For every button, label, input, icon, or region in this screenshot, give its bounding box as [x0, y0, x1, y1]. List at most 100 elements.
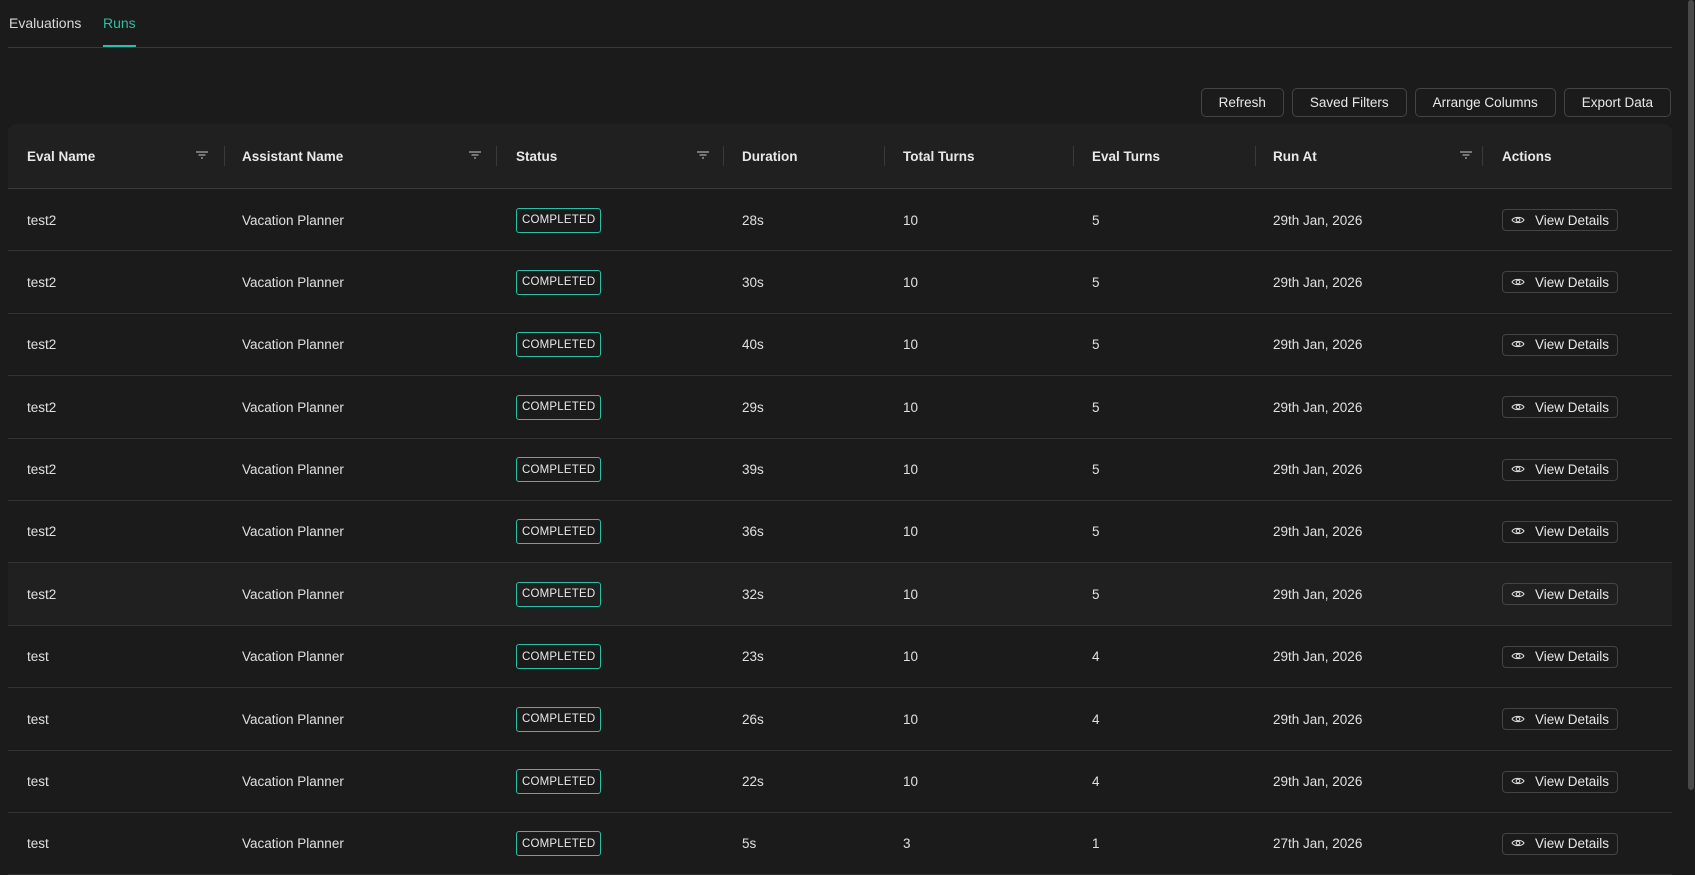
view-details-button[interactable]: View Details — [1502, 708, 1619, 731]
column-header-total-turns[interactable]: Total Turns — [903, 124, 975, 188]
cell-assistant-name: Vacation Planner — [242, 649, 344, 665]
toolbar: Refresh Saved Filters Arrange Columns Ex… — [1200, 88, 1671, 117]
column-header-run-at[interactable]: Run At — [1273, 124, 1317, 188]
table-row[interactable]: test2 Vacation Planner COMPLETED 39s 10 5 29th… — [8, 439, 1672, 501]
cell-eval-turns: 1 — [1092, 836, 1100, 852]
column-header-status[interactable]: Status — [516, 124, 557, 188]
table-row[interactable]: test2 Vacation Planner COMPLETED 40s 10 5 29th… — [8, 314, 1672, 377]
cell-eval-name: test2 — [27, 399, 57, 415]
column-divider[interactable] — [723, 146, 724, 166]
status-badge: COMPLETED — [516, 457, 602, 483]
column-header-assistant-name[interactable]: Assistant Name — [242, 124, 343, 188]
cell-run-at: 29th Jan, 2026 — [1273, 274, 1363, 290]
column-divider[interactable] — [1073, 146, 1074, 166]
eye-icon — [1511, 587, 1525, 602]
status-badge: COMPLETED — [516, 769, 602, 795]
view-details-label: View Details — [1535, 399, 1610, 415]
cell-run-at: 27th Jan, 2026 — [1273, 836, 1363, 852]
cell-actions: View Details — [1502, 376, 1619, 438]
column-header-eval-name[interactable]: Eval Name — [27, 124, 95, 188]
cell-run-at: 29th Jan, 2026 — [1273, 524, 1363, 540]
cell-eval-name: test — [27, 774, 49, 790]
view-details-label: View Details — [1535, 649, 1610, 665]
cell-eval-name: test — [27, 649, 49, 665]
view-details-label: View Details — [1535, 774, 1610, 790]
cell-duration: 36s — [742, 524, 764, 540]
column-divider[interactable] — [1482, 146, 1483, 166]
cell-assistant-name: Vacation Planner — [242, 337, 344, 353]
cell-total-turns: 10 — [903, 399, 919, 415]
cell-status: COMPLETED — [516, 439, 602, 501]
cell-duration: 26s — [742, 711, 764, 727]
tab-runs[interactable]: Runs — [103, 15, 136, 47]
view-details-button[interactable]: View Details — [1502, 520, 1619, 543]
cell-actions: View Details — [1502, 813, 1619, 875]
refresh-button[interactable]: Refresh — [1200, 88, 1284, 117]
saved-filters-button[interactable]: Saved Filters — [1291, 88, 1407, 117]
view-details-label: View Details — [1535, 337, 1610, 353]
eye-icon — [1511, 213, 1525, 228]
table-row[interactable]: test Vacation Planner COMPLETED 23s 10 4 29th … — [8, 626, 1672, 689]
column-divider[interactable] — [496, 146, 497, 166]
cell-status: COMPLETED — [516, 251, 602, 313]
table-row[interactable]: test2 Vacation Planner COMPLETED 36s 10 5 29th… — [8, 501, 1672, 564]
cell-status: COMPLETED — [516, 501, 602, 563]
cell-assistant-name: Vacation Planner — [242, 836, 344, 852]
cell-status: COMPLETED — [516, 626, 602, 688]
table-row[interactable]: test2 Vacation Planner COMPLETED 29s 10 5 29th… — [8, 376, 1672, 439]
column-divider[interactable] — [224, 146, 225, 166]
tab-evaluations[interactable]: Evaluations — [9, 15, 81, 47]
view-details-button[interactable]: View Details — [1502, 396, 1619, 419]
table-row[interactable]: test Vacation Planner COMPLETED 26s 10 4 29th … — [8, 688, 1672, 751]
view-details-button[interactable]: View Details — [1502, 832, 1619, 855]
export-data-button[interactable]: Export Data — [1563, 88, 1671, 117]
column-divider[interactable] — [1255, 146, 1256, 166]
view-details-button[interactable]: View Details — [1502, 583, 1619, 606]
eye-icon — [1511, 649, 1525, 664]
view-details-button[interactable]: View Details — [1502, 770, 1619, 793]
view-details-button[interactable]: View Details — [1502, 271, 1619, 294]
eye-icon — [1511, 400, 1525, 415]
scrollbar-thumb[interactable] — [1688, 0, 1694, 790]
column-header-duration[interactable]: Duration — [742, 124, 798, 188]
view-details-label: View Details — [1535, 524, 1610, 540]
status-badge: COMPLETED — [516, 519, 602, 545]
table-row[interactable]: test Vacation Planner COMPLETED 22s 10 4 29th … — [8, 751, 1672, 813]
view-details-button[interactable]: View Details — [1502, 209, 1619, 231]
scrollbar[interactable] — [1686, 0, 1695, 862]
cell-status: COMPLETED — [516, 189, 602, 251]
cell-eval-turns: 5 — [1092, 399, 1100, 415]
column-header-actions[interactable]: Actions — [1502, 124, 1552, 188]
status-badge: COMPLETED — [516, 269, 602, 295]
filter-icon[interactable] — [696, 149, 710, 161]
cell-status: COMPLETED — [516, 688, 602, 750]
filter-icon[interactable] — [1459, 149, 1473, 161]
filter-icon[interactable] — [468, 149, 482, 161]
view-details-label: View Details — [1535, 586, 1610, 602]
cell-status: COMPLETED — [516, 813, 602, 875]
cell-eval-name: test — [27, 836, 49, 852]
cell-eval-name: test — [27, 711, 49, 727]
table-row[interactable]: test2 Vacation Planner COMPLETED 30s 10 5 29th… — [8, 251, 1672, 314]
view-details-button[interactable]: View Details — [1502, 458, 1619, 481]
status-badge: COMPLETED — [516, 644, 602, 670]
table-row[interactable]: test2 Vacation Planner COMPLETED 32s 10 5 29th… — [8, 563, 1672, 626]
view-details-label: View Details — [1535, 274, 1610, 290]
filter-icon[interactable] — [195, 149, 209, 161]
view-details-button[interactable]: View Details — [1502, 333, 1619, 356]
column-divider[interactable] — [884, 146, 885, 166]
cell-assistant-name: Vacation Planner — [242, 399, 344, 415]
cell-total-turns: 10 — [903, 711, 919, 727]
column-header-eval-turns[interactable]: Eval Turns — [1092, 124, 1160, 188]
arrange-columns-button[interactable]: Arrange Columns — [1414, 88, 1556, 117]
cell-eval-turns: 4 — [1092, 774, 1100, 790]
cell-eval-turns: 4 — [1092, 649, 1100, 665]
table-header: Eval Name Assistant Name Status Duration Tot… — [8, 124, 1672, 189]
runs-table: Eval Name Assistant Name Status Duration Tot… — [8, 124, 1672, 875]
eye-icon — [1511, 524, 1525, 539]
table-row[interactable]: test2 Vacation Planner COMPLETED 28s 10 5 29th… — [8, 189, 1672, 252]
view-details-button[interactable]: View Details — [1502, 645, 1619, 668]
table-row[interactable]: test Vacation Planner COMPLETED 5s 3 1 27th Ja… — [8, 813, 1672, 875]
cell-run-at: 29th Jan, 2026 — [1273, 649, 1363, 665]
cell-actions: View Details — [1502, 626, 1619, 688]
